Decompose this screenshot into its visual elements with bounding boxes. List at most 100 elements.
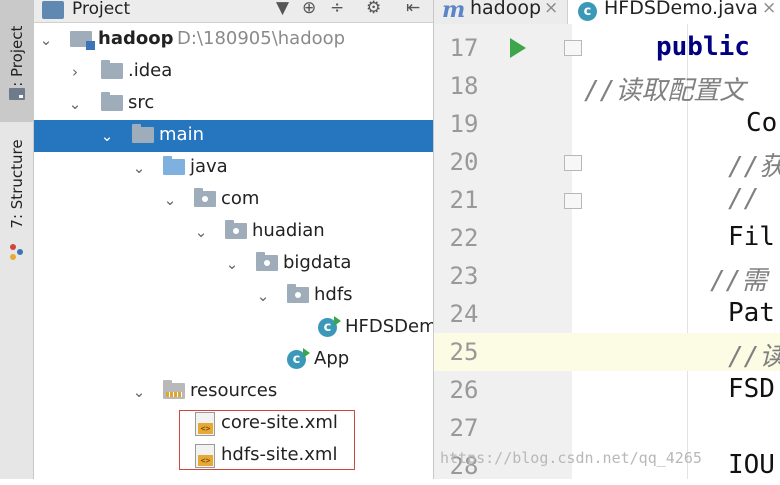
code-line[interactable]: 24 Pat [434,295,780,333]
tree-item-label: main [159,124,204,145]
project-panel: Project ▼ ⊕ ÷ ⚙ ⇤ ⌄ hadoop D:\180905\had… [34,0,448,479]
expand-arrow-icon[interactable]: ⌄ [132,159,146,177]
tree-item-huadian[interactable]: ⌄ huadian [34,216,433,248]
folder-icon [132,124,154,143]
project-tool-button[interactable]: 1: Project [0,0,33,122]
code-text: FSD [728,374,775,404]
package-icon [287,284,309,303]
code-line[interactable]: 18 //读取配置文 [434,67,780,106]
expand-arrow-icon[interactable]: ⌄ [256,287,270,305]
module-folder-icon [70,31,95,50]
tree-item-idea[interactable]: › .idea [34,56,433,88]
code-line[interactable]: 17 public [434,29,780,67]
resources-folder-icon [163,380,185,399]
fold-marker-icon[interactable] [564,40,582,56]
tree-item-bigdata[interactable]: ⌄ bigdata [34,248,433,280]
code-line[interactable]: 22 Fil [434,219,780,257]
collapse-arrow-icon[interactable]: › [68,63,82,81]
expand-arrow-icon[interactable]: ⌄ [132,383,146,401]
watermark: https://blog.csdn.net/qq_4265 [440,449,702,467]
tree-item-label: hadoop [98,28,174,49]
expand-arrow-icon[interactable]: ⌄ [39,31,53,49]
java-class-icon: c [578,2,597,21]
line-number: 20 [449,148,479,176]
line-number: 27 [449,414,479,442]
code-line[interactable]: 19 Co [434,105,780,143]
tab-hadoop[interactable]: m hadoop × [434,0,566,24]
tool-window-strip: 1: Project 7: Structure [0,0,34,479]
code-text: IOU [728,450,775,480]
code-text: Pat [728,298,775,328]
line-number: 26 [449,376,479,404]
tree-item-hadoop[interactable]: ⌄ hadoop D:\180905\hadoop [34,24,433,56]
target-icon[interactable]: ⊕ [302,0,316,18]
chevron-down-icon[interactable]: ▼ [276,0,289,18]
tree-item-label: App [314,348,350,369]
maven-icon: m [442,0,466,23]
tree-item-com[interactable]: ⌄ com [34,184,433,216]
fold-marker-icon[interactable] [564,193,582,209]
folder-icon [101,92,123,111]
java-class-icon: c [318,316,341,337]
java-class-icon: c [287,348,310,369]
folder-icon [101,60,123,79]
line-number: 22 [449,224,479,252]
module-path: D:\180905\hadoop [177,28,346,49]
hide-icon[interactable]: ⇤ [406,0,420,18]
code-line[interactable]: 21 // [434,181,780,219]
project-view-icon [42,1,64,19]
tree-item-java[interactable]: ⌄ java [34,152,433,184]
expand-arrow-icon[interactable]: ⌄ [163,191,177,209]
code-line[interactable]: 26 FSD [434,371,780,409]
package-icon [225,220,247,239]
run-icon[interactable] [510,38,526,58]
project-view-selector[interactable]: Project [72,0,130,19]
tree-item-main[interactable]: ⌄ main [34,120,433,152]
project-tool-label: 1: Project [7,25,26,97]
close-icon[interactable]: × [762,0,776,18]
tree-item-app[interactable]: c App [34,344,433,376]
tree-item-label: src [128,92,155,113]
fold-marker-icon[interactable] [564,155,582,171]
expand-arrow-icon[interactable]: ⌄ [225,255,239,273]
code-text: Co [746,108,778,138]
tree-item-label: resources [190,380,278,401]
line-number: 24 [449,300,479,328]
code-line[interactable]: 23 //需 [434,257,780,296]
source-folder-icon [163,156,185,175]
structure-icon [10,244,24,260]
code-line-current[interactable]: 25 //读 [434,333,780,372]
tab-hfdsdemo-java[interactable]: c HFDSDemo.java × [567,0,780,24]
tree-item-hdfs[interactable]: ⌄ hdfs [34,280,433,312]
gear-icon[interactable]: ⚙ [366,0,381,18]
tab-label: hadoop [470,0,542,19]
code-text: //需 [710,266,768,296]
editor-area: m hadoop × c HFDSDemo.java × 17 public 1… [433,0,780,480]
collapse-icon[interactable]: ÷ [330,0,344,18]
tree-item-resources[interactable]: ⌄ resources [34,376,433,408]
highlight-box [179,410,355,470]
tree-item-label: bigdata [283,252,352,273]
code-line[interactable]: 27 [434,409,780,447]
editor-tab-bar: m hadoop × c HFDSDemo.java × [434,0,780,25]
tree-item-src[interactable]: ⌄ src [34,88,433,120]
line-number: 21 [449,186,479,214]
code-text: public [656,32,750,62]
package-icon [194,188,216,207]
code-text: //获 [728,152,780,182]
code-text: Fil [728,222,775,252]
tree-item-label: java [190,156,228,177]
expand-arrow-icon[interactable]: ⌄ [68,95,82,113]
line-number: 18 [449,72,479,100]
code-text: // [728,184,760,214]
code-line[interactable]: 20 //获 [434,143,780,182]
package-icon [256,252,278,271]
code-text: //读取配置文 [584,76,746,106]
line-number: 25 [434,338,494,366]
expand-arrow-icon[interactable]: ⌄ [194,223,208,241]
tab-label: HFDSDemo.java [604,0,758,19]
tree-item-hfdsdemo[interactable]: c HFDSDemo [34,312,448,344]
close-icon[interactable]: × [544,0,558,18]
structure-tool-label: 7: Structure [7,139,26,229]
expand-arrow-icon[interactable]: ⌄ [100,127,114,145]
